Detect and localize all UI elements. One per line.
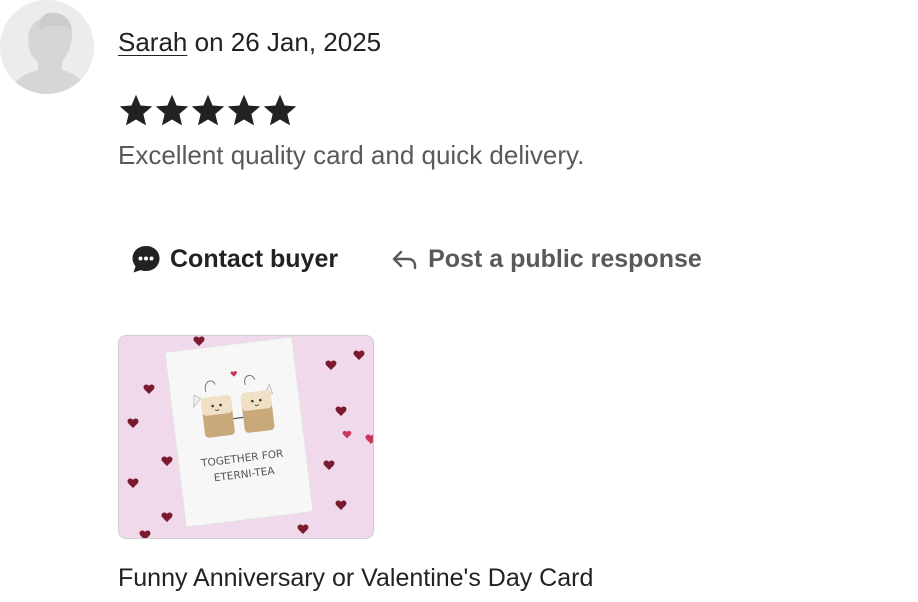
product-thumbnail[interactable]: TOGETHER FOR ETERNI-TEA [118,335,374,539]
star-icon [191,94,225,126]
date-prefix: on [194,27,224,57]
post-public-response-button[interactable]: Post a public response [390,244,702,274]
product-title[interactable]: Funny Anniversary or Valentine's Day Car… [118,562,593,594]
review-text: Excellent quality card and quick deliver… [118,140,585,170]
review-header: Sarah on 26 Jan, 2025 [118,26,381,58]
greeting-card: TOGETHER FOR ETERNI-TEA [164,336,314,528]
review-date: 26 Jan, 2025 [230,27,382,57]
reply-arrow-icon [392,250,417,270]
star-rating [118,91,298,129]
star-icon [119,94,153,126]
review-actions: Contact buyer Post a public response [130,243,702,275]
contact-buyer-button[interactable]: Contact buyer [130,243,338,275]
default-avatar-icon [0,0,94,94]
chat-bubble-icon [132,246,160,273]
product-image: TOGETHER FOR ETERNI-TEA [119,336,373,538]
post-public-response-label: Post a public response [428,244,702,273]
star-icon [263,94,297,126]
reviewer-avatar[interactable] [0,0,94,94]
star-icon [155,94,189,126]
star-icon [227,94,261,126]
reviewer-name-link[interactable]: Sarah [118,27,187,57]
contact-buyer-label: Contact buyer [170,244,339,273]
